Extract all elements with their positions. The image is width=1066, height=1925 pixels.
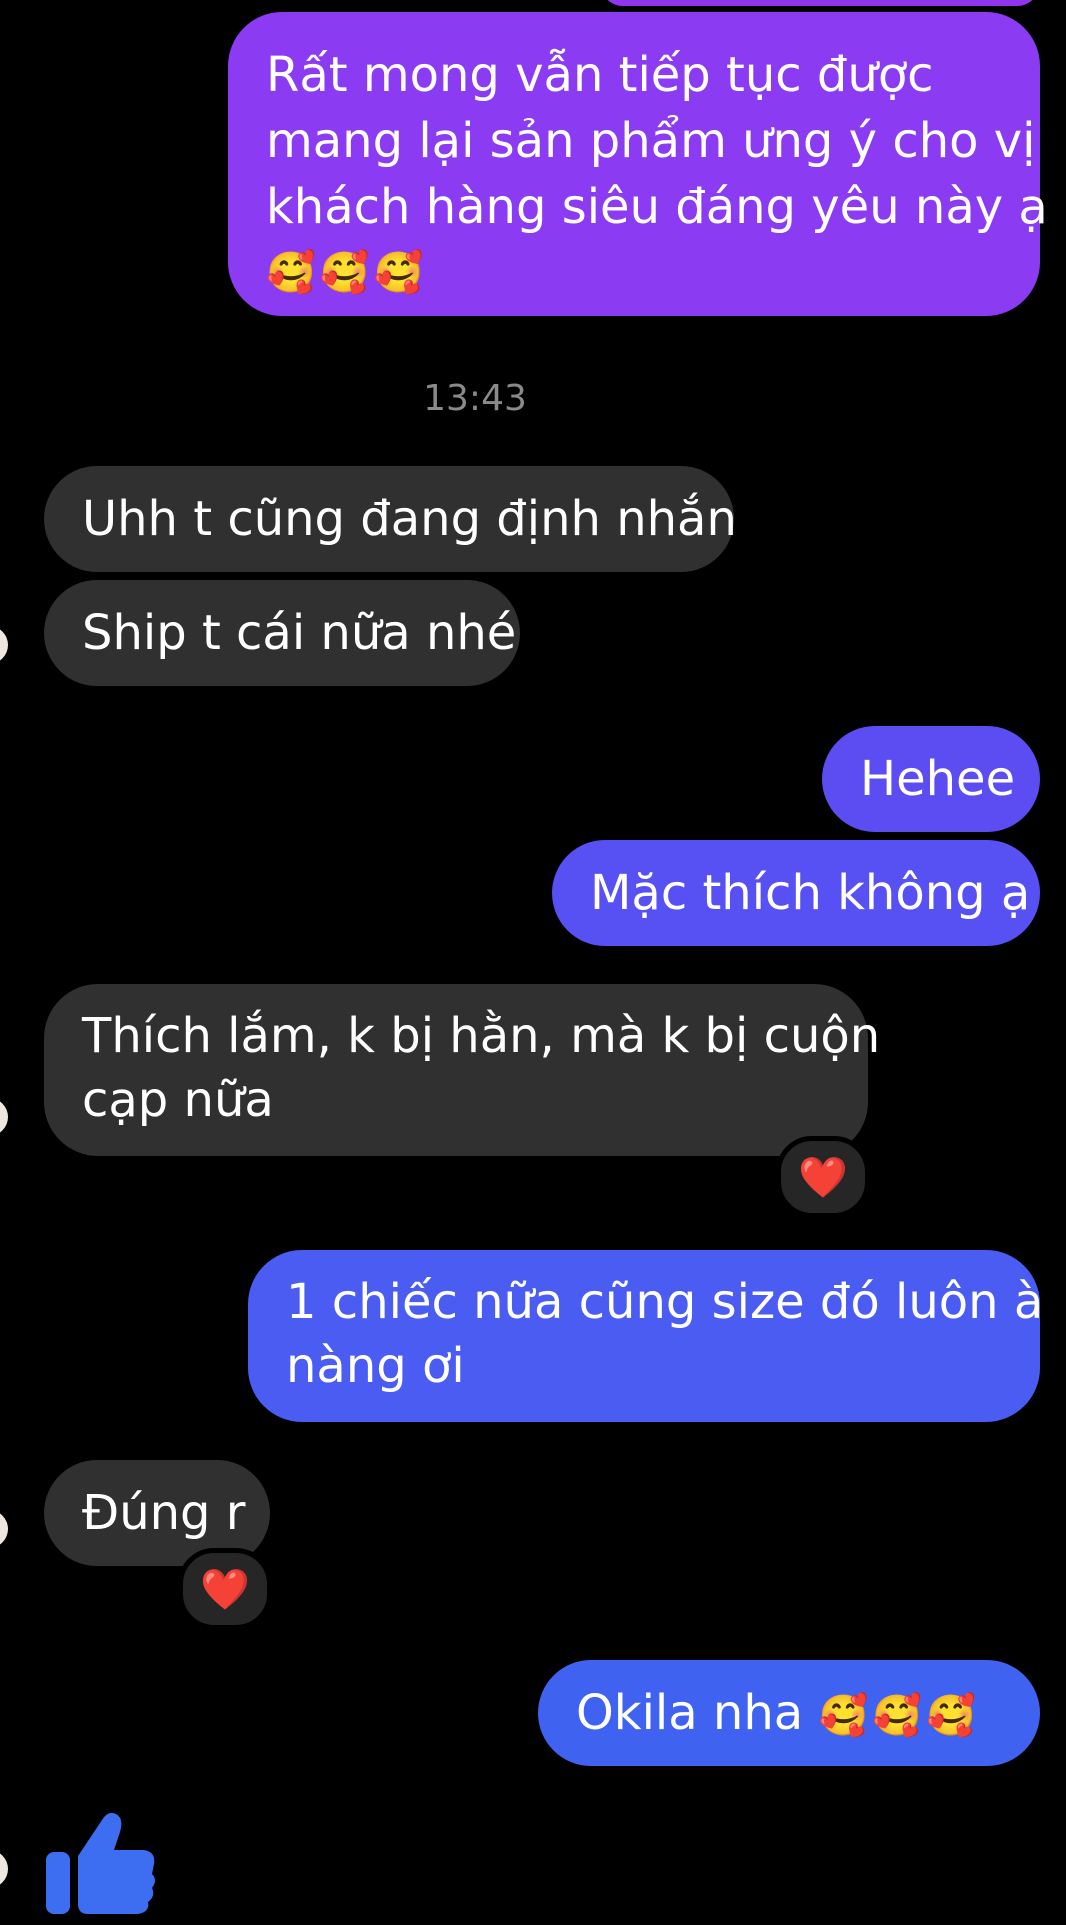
outgoing-message[interactable]: Hehee (822, 726, 1040, 832)
thumbs-up-icon[interactable] (40, 1800, 160, 1920)
message-text: Đúng r (82, 1485, 246, 1541)
sender-avatar[interactable] (0, 626, 8, 664)
message-text: Mặc thích không ạ (590, 865, 1031, 921)
sender-avatar[interactable] (0, 1850, 8, 1888)
outgoing-message[interactable]: Okila nha 🥰🥰🥰 (538, 1660, 1040, 1766)
message-line: Thích lắm, k bị hằn, mà k bị cuộn (82, 1008, 881, 1064)
heart-icon: ❤️ (798, 1154, 848, 1201)
message-text: Uhh t cũng đang định nhắn (82, 491, 737, 547)
heart-icon: ❤️ (200, 1566, 250, 1613)
message-text: Okila nha (576, 1685, 804, 1741)
incoming-message[interactable]: Thích lắm, k bị hằn, mà k bị cuộn cạp nữ… (44, 984, 881, 1156)
emoji-row: 🥰🥰🥰 (266, 250, 428, 296)
message-line: cạp nữa (82, 1072, 274, 1128)
outgoing-message[interactable]: Mặc thích không ạ (552, 840, 1040, 946)
heart-reaction[interactable]: ❤️ (776, 1136, 870, 1218)
incoming-message[interactable]: Ship t cái nữa nhé (44, 580, 520, 686)
outgoing-message[interactable]: 1 chiếc nữa cũng size đó luôn à nàng ơi (248, 1250, 1044, 1422)
message-line: Rất mong vẫn tiếp tục được (266, 47, 934, 103)
message-line: mang lại sản phẩm ưng ý cho vị (266, 113, 1036, 169)
heart-reaction[interactable]: ❤️ (178, 1548, 272, 1630)
message-line: khách hàng siêu đáng yêu này ạ (266, 179, 1048, 235)
message-text: Ship t cái nữa nhé (82, 605, 517, 661)
sender-avatar[interactable] (0, 1510, 8, 1548)
message-text: Hehee (860, 751, 1016, 807)
message-line: nàng ơi (286, 1338, 465, 1394)
emoji-row: 🥰🥰🥰 (818, 1693, 980, 1739)
sender-avatar[interactable] (0, 1098, 8, 1136)
outgoing-message[interactable]: Rất mong vẫn tiếp tục được mang lại sản … (228, 12, 1048, 316)
previous-message-edge (600, 0, 1040, 6)
timestamp: 13:43 (423, 378, 527, 419)
incoming-message[interactable]: Uhh t cũng đang định nhắn (44, 466, 737, 572)
message-line: 1 chiếc nữa cũng size đó luôn à (286, 1274, 1044, 1330)
